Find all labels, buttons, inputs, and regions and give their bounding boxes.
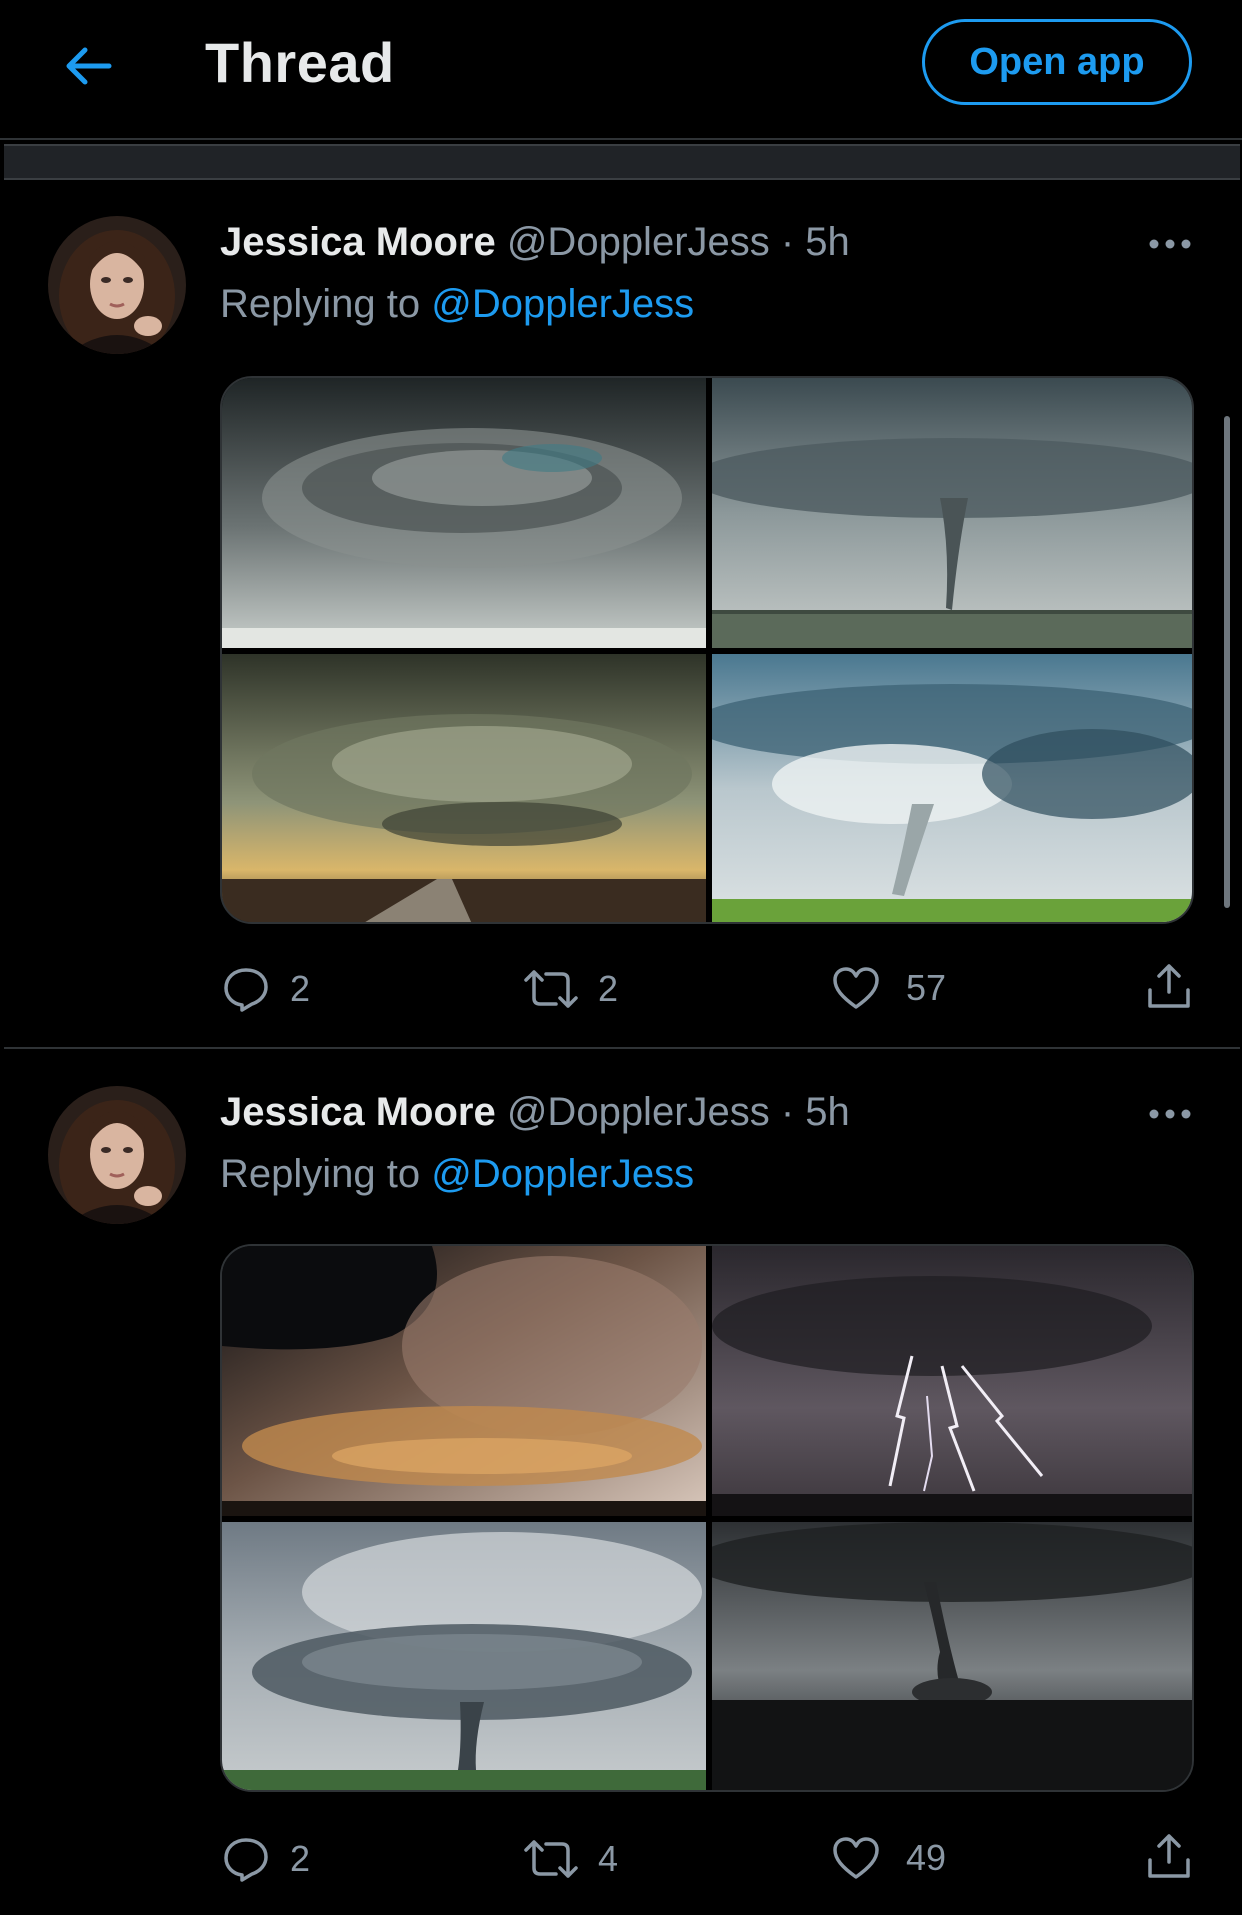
lightning-storm-photo[interactable]	[712, 1246, 1194, 1516]
author-name[interactable]: Jessica Moore	[220, 1090, 496, 1134]
avatar[interactable]	[48, 1086, 186, 1224]
reply-icon	[224, 1838, 268, 1882]
share-icon	[1148, 1834, 1190, 1878]
replying-prefix: Replying to	[220, 282, 432, 326]
open-app-button[interactable]: Open app	[922, 19, 1192, 105]
retweet-button[interactable]: 2	[524, 968, 618, 1010]
supercell-storm-photo[interactable]	[222, 378, 706, 648]
reply-icon	[224, 968, 268, 1012]
replying-prefix: Replying to	[220, 1152, 432, 1196]
tornado-plains-photo[interactable]	[712, 378, 1194, 648]
more-dots-icon	[1149, 239, 1191, 249]
page-title: Thread	[205, 31, 395, 94]
heart-icon	[833, 967, 879, 1009]
like-count: 57	[906, 967, 947, 1008]
author-handle: @DopplerJess · 5h	[506, 1090, 850, 1134]
author-handle: @DopplerJess · 5h	[506, 220, 850, 264]
avatar-portrait	[48, 216, 186, 354]
header-divider	[0, 138, 1242, 140]
tornado-blue-sky-photo[interactable]	[712, 654, 1194, 924]
replying-to: Replying to @DopplerJess	[220, 282, 694, 327]
reply-count: 2	[290, 1838, 311, 1879]
scrollbar[interactable]	[1224, 416, 1230, 908]
tweet-header: Jessica Moore @DopplerJess · 5h	[220, 220, 850, 265]
mothership-supercell-photo[interactable]	[222, 1522, 706, 1792]
author-name[interactable]: Jessica Moore	[220, 220, 496, 264]
more-button[interactable]	[1140, 224, 1200, 264]
reply-button[interactable]: 2	[222, 966, 310, 1012]
replying-to-link[interactable]: @DopplerJess	[431, 282, 694, 326]
share-button[interactable]	[1146, 1832, 1192, 1880]
like-count: 49	[906, 1837, 947, 1878]
reply-button[interactable]: 2	[222, 1836, 310, 1882]
retweet-icon	[524, 1840, 578, 1878]
heart-icon	[833, 1837, 879, 1879]
thread-gap-bar	[4, 144, 1240, 180]
more-button[interactable]	[1140, 1094, 1200, 1134]
retweet-count: 4	[598, 1838, 619, 1879]
retweet-count: 2	[598, 968, 619, 1009]
tweet-divider	[4, 1047, 1240, 1049]
share-button[interactable]	[1146, 962, 1192, 1010]
supercell-road-photo[interactable]	[222, 654, 706, 924]
retweet-button[interactable]: 4	[524, 1838, 618, 1880]
more-dots-icon	[1149, 1109, 1191, 1119]
like-button[interactable]: 49	[832, 1836, 946, 1880]
back-button[interactable]	[58, 36, 118, 96]
tweet[interactable]: Jessica Moore @DopplerJess · 5h Replying…	[0, 1054, 1242, 1915]
photo-grid	[220, 376, 1194, 924]
tweet-header: Jessica Moore @DopplerJess · 5h	[220, 1090, 850, 1135]
arrow-left-icon	[66, 47, 112, 85]
tweet[interactable]: Jessica Moore @DopplerJess · 5h Replying…	[0, 184, 1242, 1046]
avatar[interactable]	[48, 216, 186, 354]
share-icon	[1148, 964, 1190, 1008]
sunset-supercell-photo[interactable]	[222, 1246, 706, 1516]
avatar-portrait	[48, 1086, 186, 1224]
photo-grid	[220, 1244, 1194, 1792]
like-button[interactable]: 57	[832, 966, 946, 1010]
dark-tornado-photo[interactable]	[712, 1522, 1194, 1792]
top-bar: Thread Open app	[0, 0, 1242, 138]
replying-to-link[interactable]: @DopplerJess	[431, 1152, 694, 1196]
retweet-icon	[524, 970, 578, 1008]
reply-count: 2	[290, 968, 311, 1009]
replying-to: Replying to @DopplerJess	[220, 1152, 694, 1197]
